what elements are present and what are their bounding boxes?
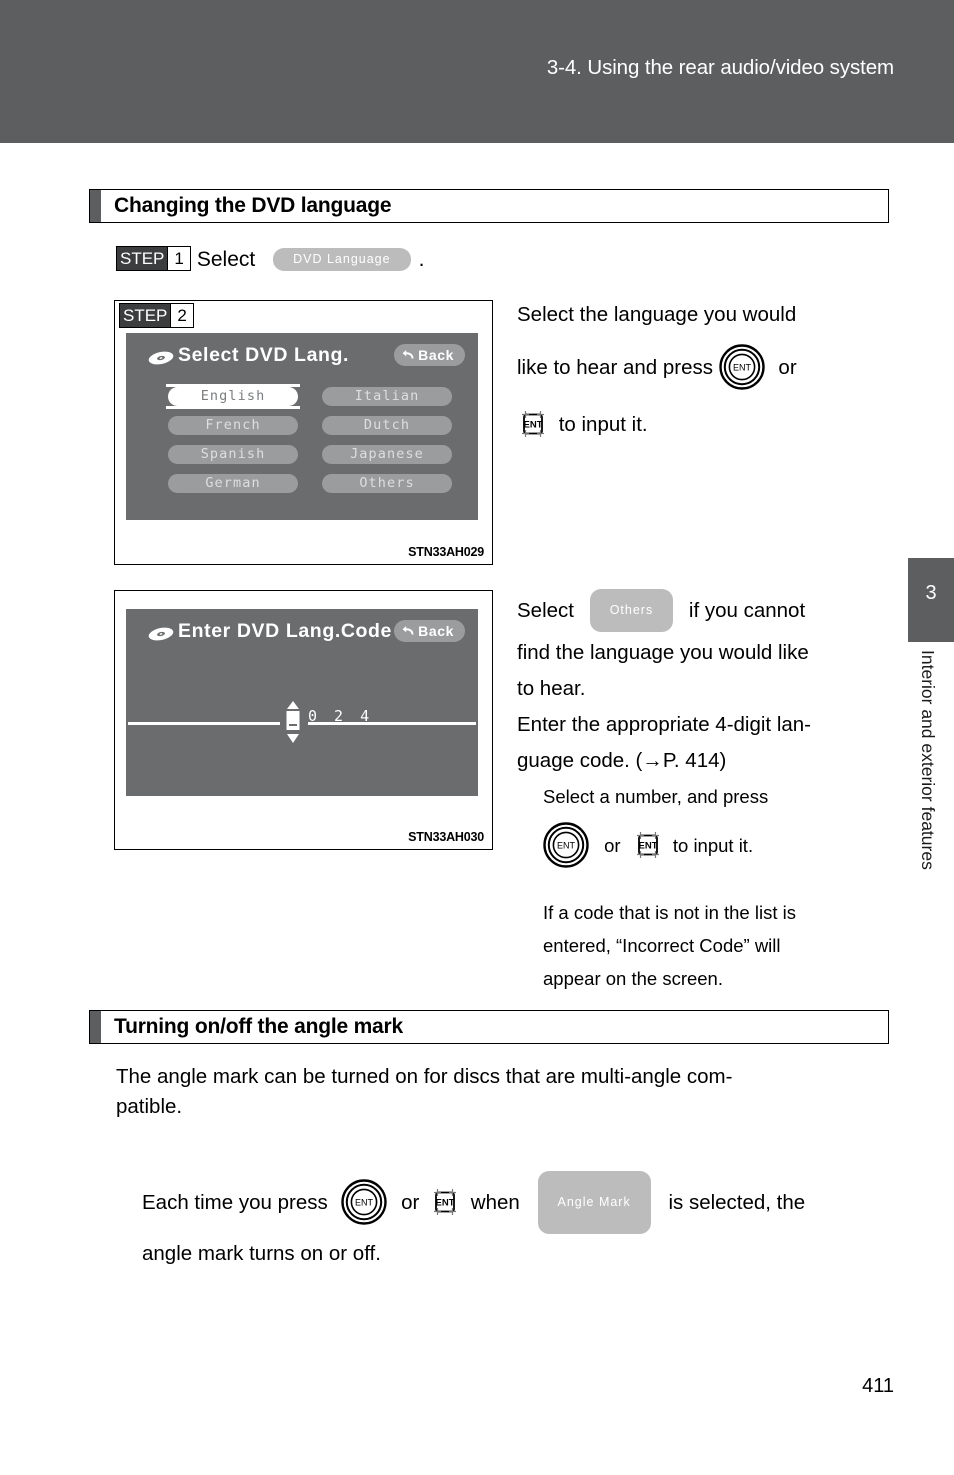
- step-2-badge-number: 2: [170, 304, 193, 327]
- svg-text:ENT: ENT: [355, 1197, 374, 1207]
- chapter-tab-box: 3: [908, 558, 954, 642]
- step-2-line-1: Select the language you would: [517, 303, 797, 326]
- figure-select-dvd-language: STEP 2 Select DVD Lang. Back English Fren…: [114, 300, 493, 565]
- angle-mark-detail-text: Each time you press ENT or ENT when Angl…: [142, 1171, 889, 1273]
- angle-detail-line-1: Each time you press ENT or ENT when Angl…: [142, 1171, 889, 1235]
- sub1-tail: to input it.: [672, 835, 754, 856]
- sub2-line-1: If a code that is not in the list is: [543, 902, 796, 923]
- others-lead: Select: [517, 598, 574, 622]
- screen-title: Enter DVD Lang.Code: [178, 620, 392, 642]
- others-line-4: Enter the appropriate 4-digit lan-: [517, 713, 812, 736]
- section-heading-dvd-language: Changing the DVD language: [89, 189, 889, 223]
- step-2-line-3-wrap: ENT to input it.: [517, 399, 889, 451]
- pill-angle-mark[interactable]: Angle Mark: [537, 1171, 651, 1234]
- disc-icon: [148, 351, 174, 365]
- others-instruction-text: Select Others if you cannot find the lan…: [517, 589, 889, 780]
- others-line-1-tail: if you cannot: [688, 598, 806, 622]
- others-line-5: guage code. (→P. 414): [517, 749, 727, 772]
- angle-detail-line-2: angle mark turns on or off.: [142, 1242, 381, 1265]
- step-2-badge-word: STEP: [120, 304, 171, 327]
- language-column-left: English French Spanish German: [168, 387, 298, 503]
- ent-round-button-icon[interactable]: ENT: [543, 822, 589, 868]
- pill-others[interactable]: Others: [589, 589, 674, 632]
- back-button[interactable]: Back: [394, 344, 465, 366]
- ent-square-button-icon[interactable]: ENT: [517, 407, 549, 441]
- ent-square-button-icon[interactable]: ENT: [632, 828, 664, 862]
- step-1-period: .: [418, 248, 425, 272]
- section-accent-bar: [90, 1011, 101, 1043]
- section-accent-bar: [90, 190, 101, 222]
- dvd-screen-select-language: Select DVD Lang. Back English French Spa…: [126, 333, 478, 520]
- return-arrow-icon: [402, 626, 414, 635]
- language-button-italian[interactable]: Italian: [322, 387, 452, 406]
- language-column-right: Italian Dutch Japanese Others: [322, 387, 452, 503]
- language-button-japanese[interactable]: Japanese: [322, 445, 452, 464]
- step-2-line-2-or: or: [778, 356, 797, 379]
- language-button-french[interactable]: French: [168, 416, 298, 435]
- chapter-tab-label: Interior and exterior features: [918, 650, 938, 870]
- step-2-line-2: like to hear and press: [517, 356, 714, 379]
- sub2-line-3: appear on the screen.: [543, 968, 723, 989]
- ent-square-button-icon[interactable]: ENT: [429, 1185, 461, 1219]
- language-button-dutch[interactable]: Dutch: [322, 416, 452, 435]
- page-number: 411: [862, 1375, 894, 1397]
- angle-detail-tail: is selected, the: [668, 1190, 806, 1214]
- pill-dvd-language[interactable]: DVD Language: [273, 248, 411, 271]
- return-arrow-icon: [402, 350, 414, 359]
- step-1-badge: STEP 1: [116, 246, 191, 271]
- section-heading-text: Changing the DVD language: [114, 194, 392, 217]
- svg-text:ENT: ENT: [733, 362, 752, 372]
- ent-round-button-icon[interactable]: ENT: [341, 1178, 388, 1225]
- step-2-line-2-wrap: like to hear and press ENT or: [517, 340, 889, 396]
- step-1-badge-number: 1: [167, 247, 190, 270]
- language-button-german[interactable]: German: [168, 474, 298, 493]
- step-1-verb: Select: [196, 248, 256, 272]
- disc-icon: [148, 627, 174, 641]
- sub2-line-2: entered, “Incorrect Code” will: [543, 935, 781, 956]
- sub-note-select-number: Select a number, and press ENT or ENT to…: [543, 778, 889, 876]
- figure-caption: STN33AH029: [408, 545, 484, 559]
- step-2-badge-wrapper: STEP 2: [119, 303, 194, 330]
- step-1-badge-word: STEP: [117, 247, 168, 270]
- sub1-line-1: Select a number, and press: [543, 786, 769, 807]
- angle-intro-line-2: patible.: [116, 1095, 183, 1118]
- step-2-instruction-text: Select the language you would like to he…: [517, 293, 889, 454]
- angle-mark-intro-text: The angle mark can be turned on for disc…: [116, 1062, 889, 1122]
- step-1-instruction: STEP 1 Select DVD Language.: [116, 246, 425, 273]
- dvd-screen-enter-code: Enter DVD Lang.Code Back 0 2 4: [126, 609, 478, 796]
- sub-note-incorrect-code: If a code that is not in the list is ent…: [543, 898, 889, 997]
- svg-text:ENT: ENT: [557, 841, 576, 851]
- section-heading-angle-mark: Turning on/off the angle mark: [89, 1010, 889, 1044]
- ent-round-button-icon[interactable]: ENT: [719, 343, 765, 390]
- others-line-2: find the language you would like: [517, 641, 809, 664]
- figure-enter-language-code: Enter DVD Lang.Code Back 0 2 4 STN33AH03…: [114, 590, 493, 850]
- chapter-tab-number: 3: [925, 582, 937, 604]
- screen-title: Select DVD Lang.: [178, 344, 350, 366]
- figure-caption: STN33AH030: [408, 830, 484, 844]
- others-line-3: to hear.: [517, 677, 586, 700]
- svg-text:ENT: ENT: [524, 419, 543, 430]
- angle-detail-lead: Each time you press: [142, 1190, 328, 1214]
- code-digits-value: 0 2 4: [308, 707, 374, 725]
- angle-intro-line-1: The angle mark can be turned on for disc…: [116, 1065, 733, 1088]
- back-button-label: Back: [418, 623, 454, 639]
- step-2-line-3: to input it.: [558, 413, 648, 436]
- section-heading-text: Turning on/off the angle mark: [114, 1015, 403, 1038]
- language-button-english[interactable]: English: [168, 387, 298, 406]
- language-button-others[interactable]: Others: [322, 474, 452, 493]
- svg-text:ENT: ENT: [436, 1197, 455, 1208]
- angle-detail-or: or: [401, 1190, 420, 1214]
- angle-detail-when: when: [470, 1190, 520, 1214]
- code-rule-left: [128, 722, 280, 725]
- svg-text:ENT: ENT: [638, 841, 657, 852]
- page-header-title: 3-4. Using the rear audio/video system: [546, 56, 894, 79]
- digit-spinner-control[interactable]: [284, 701, 302, 743]
- step-2-badge: STEP 2: [119, 303, 194, 328]
- language-button-spanish[interactable]: Spanish: [168, 445, 298, 464]
- back-button-label: Back: [418, 347, 454, 363]
- others-line-1-wrap: Select Others if you cannot: [517, 589, 889, 633]
- sub1-line-2-wrap: ENT or ENT to input it.: [543, 819, 889, 873]
- back-button[interactable]: Back: [394, 620, 465, 642]
- sub1-or: or: [604, 835, 621, 856]
